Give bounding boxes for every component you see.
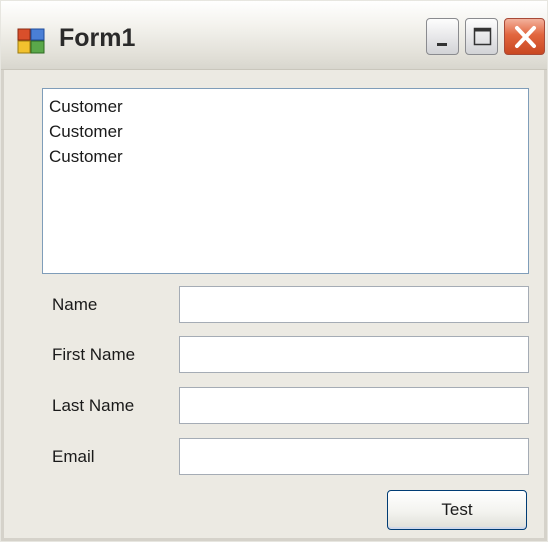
title-bar[interactable]: Form1 bbox=[1, 1, 547, 70]
window-title: Form1 bbox=[59, 24, 136, 52]
list-item[interactable]: Customer bbox=[49, 144, 522, 169]
test-button[interactable]: Test bbox=[387, 490, 527, 530]
minimize-icon bbox=[437, 43, 447, 46]
close-button[interactable] bbox=[504, 18, 545, 55]
maximize-icon bbox=[473, 27, 492, 46]
email-field[interactable] bbox=[179, 438, 529, 475]
last-name-label: Last Name bbox=[52, 396, 135, 415]
close-icon bbox=[515, 26, 536, 48]
app-form-icon[interactable] bbox=[17, 28, 45, 54]
minimize-button[interactable] bbox=[426, 18, 459, 55]
email-label: Email bbox=[52, 447, 95, 466]
first-name-field[interactable] bbox=[179, 336, 529, 373]
first-name-label: First Name bbox=[52, 345, 136, 364]
list-item[interactable]: Customer bbox=[49, 94, 522, 119]
name-field[interactable] bbox=[179, 286, 529, 323]
list-item[interactable]: Customer bbox=[49, 119, 522, 144]
form1-window: Form1 Customer Customer Customer Name Fi… bbox=[0, 0, 548, 542]
maximize-button[interactable] bbox=[465, 18, 498, 55]
name-label: Name bbox=[52, 295, 98, 314]
last-name-field[interactable] bbox=[179, 387, 529, 424]
customer-listbox[interactable]: Customer Customer Customer bbox=[42, 88, 529, 274]
